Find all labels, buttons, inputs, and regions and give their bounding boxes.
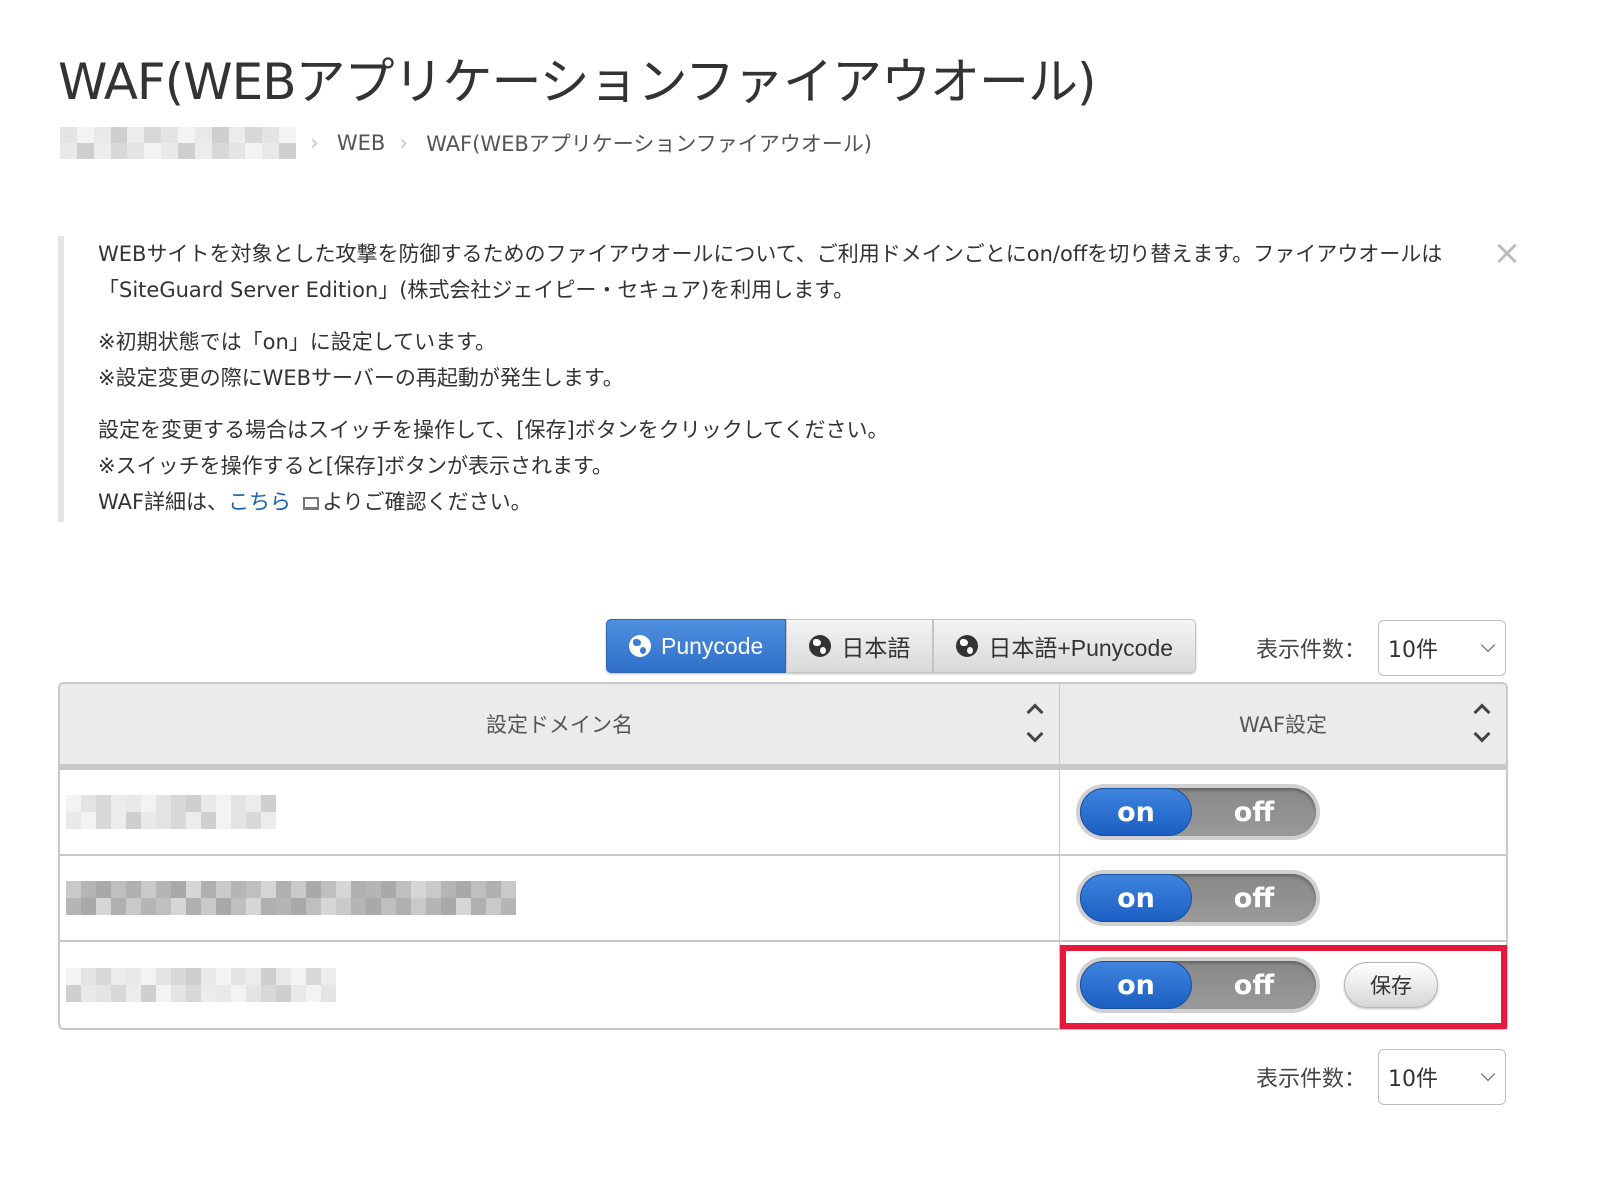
per-page-bottom: 表示件数： 10件 [1256, 1049, 1506, 1105]
column-header-waf[interactable]: WAF設定 [1060, 684, 1506, 764]
sort-icon[interactable] [1473, 703, 1491, 743]
toggle-on-label: on [1080, 961, 1192, 1009]
filter-label: 日本語 [841, 635, 911, 661]
domain-name-blurred [66, 795, 276, 829]
close-info-button[interactable]: × [1492, 236, 1522, 270]
breadcrumb-item-blurred[interactable] [60, 127, 296, 159]
info-note-restart: ※設定変更の際にWEBサーバーの再起動が発生します。 [98, 366, 624, 390]
globe-icon [629, 635, 651, 657]
table-row: on off [60, 856, 1506, 942]
toggle-on-label: on [1080, 874, 1192, 922]
info-box: WEBサイトを対象とした攻撃を防御するためのファイアウオールについて、ご利用ドメ… [58, 236, 1528, 522]
waf-toggle-switch[interactable]: on off [1076, 957, 1320, 1013]
info-note-initial: ※初期状態では「on」に設定しています。 [98, 330, 497, 354]
filter-label: 日本語+Punycode [988, 635, 1174, 661]
info-instruction-save: 設定を変更する場合はスイッチを操作して、[保存]ボタンをクリックしてください。 [98, 418, 889, 442]
waf-cell: on off [1060, 770, 1506, 854]
save-button[interactable]: 保存 [1344, 962, 1438, 1008]
breadcrumb-item-waf: WAF(WEBアプリケーションファイアウオール) [426, 132, 872, 156]
per-page-label: 表示件数： [1255, 1067, 1366, 1092]
display-format-toggle: Punycode 日本語 日本語+Punycode [606, 619, 1197, 673]
info-instruction-switch: ※スイッチを操作すると[保存]ボタンが表示されます。 [98, 454, 613, 478]
column-header-label: 設定ドメイン名 [486, 713, 633, 737]
external-window-icon [303, 497, 320, 510]
per-page-value: 10件 [1388, 1067, 1438, 1092]
chevron-down-icon [1480, 637, 1496, 653]
per-page-select[interactable]: 10件 [1378, 1049, 1506, 1105]
sort-icon[interactable] [1026, 703, 1044, 743]
filter-japanese-button[interactable]: 日本語 [786, 619, 934, 673]
domain-name-blurred [66, 968, 336, 1002]
info-instructions: 設定を変更する場合はスイッチを操作して、[保存]ボタンをクリックしてください。 … [98, 412, 1528, 520]
domain-cell [60, 942, 1060, 1028]
column-header-label: WAF設定 [1238, 713, 1328, 737]
column-header-domain[interactable]: 設定ドメイン名 [60, 684, 1060, 764]
toggle-off-label: off [1233, 882, 1275, 914]
toggle-on-label: on [1080, 788, 1192, 836]
chevron-down-icon [1480, 1066, 1496, 1082]
filter-japanese-punycode-button[interactable]: 日本語+Punycode [933, 619, 1197, 673]
table-header: 設定ドメイン名 WAF設定 [60, 684, 1506, 770]
info-detail-prefix: WAF詳細は、 [98, 490, 229, 514]
domain-table: 設定ドメイン名 WAF設定 on off on off on off 保存 [58, 682, 1508, 1030]
waf-cell: on off 保存 [1060, 942, 1506, 1028]
waf-toggle-switch[interactable]: on off [1076, 784, 1320, 840]
table-row: on off 保存 [60, 942, 1506, 1028]
per-page-select[interactable]: 10件 [1378, 620, 1506, 676]
waf-toggle-switch[interactable]: on off [1076, 870, 1320, 926]
page-title: WAF(WEBアプリケーションファイアウオール) [58, 53, 1097, 111]
table-row: on off [60, 770, 1506, 856]
per-page-top: 表示件数： 10件 [1256, 620, 1506, 676]
waf-cell: on off [1060, 856, 1506, 940]
info-detail-suffix: よりご確認ください。 [322, 490, 532, 514]
filter-label: Punycode [661, 632, 764, 659]
breadcrumb-item-web[interactable]: WEB [337, 131, 385, 155]
info-notes: ※初期状態では「on」に設定しています。 ※設定変更の際にWEBサーバーの再起動… [98, 324, 1528, 396]
breadcrumb-separator-icon: › [310, 130, 319, 156]
domain-cell [60, 770, 1060, 854]
waf-detail-link[interactable]: こちら [228, 490, 291, 514]
domain-cell [60, 856, 1060, 940]
globe-icon [956, 635, 979, 657]
breadcrumb: › WEB › WAF(WEBアプリケーションファイアウオール) [60, 126, 872, 160]
globe-icon [809, 635, 832, 657]
breadcrumb-separator-icon: › [399, 130, 409, 156]
filter-punycode-button[interactable]: Punycode [606, 619, 787, 673]
domain-name-blurred [66, 881, 516, 915]
info-description: WEBサイトを対象とした攻撃を防御するためのファイアウオールについて、ご利用ドメ… [98, 242, 1443, 302]
toggle-off-label: off [1233, 796, 1275, 828]
toggle-off-label: off [1233, 969, 1275, 1001]
per-page-label: 表示件数： [1255, 638, 1366, 663]
per-page-value: 10件 [1388, 638, 1438, 663]
